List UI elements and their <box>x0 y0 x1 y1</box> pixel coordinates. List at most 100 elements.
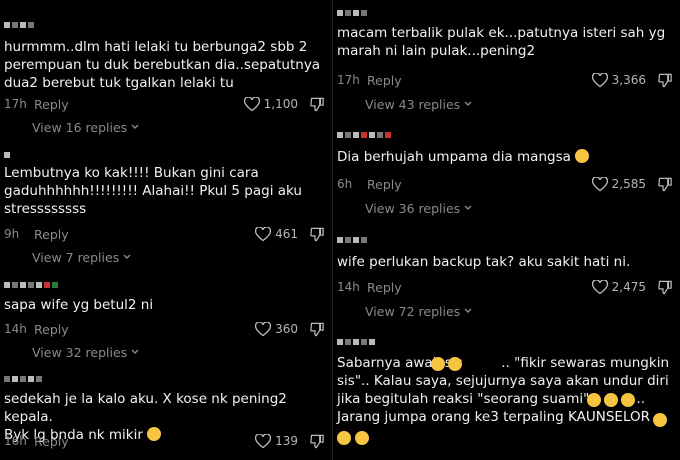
comment-time: 16h <box>4 434 27 448</box>
comment-text: wife perlukan backup tak? aku sakit hati… <box>337 254 631 270</box>
heart-outline-icon <box>591 279 608 294</box>
thumbs-down-icon <box>658 177 672 191</box>
heart-outline-icon <box>591 176 608 191</box>
username-redacted[interactable] <box>4 374 42 384</box>
comment-text: macam terbalik pulak ek...patutnya ister… <box>337 25 666 59</box>
like-button[interactable]: 139 <box>255 433 298 449</box>
comment-item: macam terbalik pulak ek...patutnya ister… <box>333 0 680 120</box>
comments-column-left: hurmmm..dlm hati lelaki tu berbunga2 sbb… <box>0 0 332 460</box>
view-replies-label: View 36 replies <box>365 200 461 216</box>
comment-time: 14h <box>337 280 360 294</box>
thumbs-down-icon <box>658 73 672 87</box>
thumbs-down-icon <box>310 434 324 448</box>
hushed-emoji-icon <box>355 431 369 445</box>
like-button[interactable]: 3,366 <box>591 72 646 88</box>
thumbs-down-icon <box>310 97 324 111</box>
like-button[interactable]: 461 <box>255 226 298 242</box>
crying-emoji-icon <box>587 393 601 407</box>
reply-button[interactable]: Reply <box>367 280 402 295</box>
reply-button[interactable]: Reply <box>367 177 402 192</box>
thumbs-down-icon <box>310 227 324 241</box>
heart-outline-icon <box>255 433 272 448</box>
comment-time: 14h <box>4 322 27 336</box>
like-count: 2,475 <box>611 280 646 294</box>
comment-time: 6h <box>337 177 353 191</box>
chevron-down-icon <box>464 308 472 313</box>
comment-time: 9h <box>4 227 20 241</box>
comment-item: hurmmm..dlm hati lelaki tu berbunga2 sbb… <box>0 0 332 140</box>
like-count: 360 <box>275 322 298 336</box>
dislike-button[interactable] <box>310 322 324 337</box>
comment-item: Sabarnya awak sis .. "fikir sewaras mung… <box>333 330 680 460</box>
view-replies-button[interactable]: View 36 replies <box>365 200 472 216</box>
username-redacted[interactable] <box>4 150 10 160</box>
view-replies-button[interactable]: View 16 replies <box>32 119 139 135</box>
comments-column-right: macam terbalik pulak ek...patutnya ister… <box>332 0 680 460</box>
reply-button[interactable]: Reply <box>34 97 69 112</box>
comment-text: hurmmm..dlm hati lelaki tu berbunga2 sbb… <box>4 39 321 91</box>
crying-emoji-icon <box>431 357 445 371</box>
view-replies-button[interactable]: View 72 replies <box>365 303 472 319</box>
like-count: 461 <box>275 227 298 241</box>
dislike-button[interactable] <box>658 177 672 192</box>
chevron-down-icon <box>131 124 139 129</box>
heart-outline-icon <box>255 226 272 241</box>
reply-button[interactable]: Reply <box>34 322 69 337</box>
view-replies-button[interactable]: View 43 replies <box>365 96 472 112</box>
comment-item: wife perlukan backup tak? aku sakit hati… <box>333 225 680 330</box>
comment-text: Dia berhujah umpama dia mangsa <box>337 148 672 166</box>
reply-button[interactable]: Reply <box>34 227 69 242</box>
username-redacted[interactable] <box>337 235 367 245</box>
reply-button[interactable]: Reply <box>34 434 69 449</box>
view-replies-label: View 7 replies <box>32 249 120 265</box>
like-count: 139 <box>275 434 298 448</box>
username-redacted[interactable] <box>337 130 391 140</box>
comment-time: 17h <box>4 97 27 111</box>
username-redacted[interactable] <box>337 8 367 18</box>
thumbs-down-icon <box>310 322 324 336</box>
like-button[interactable]: 360 <box>255 321 298 337</box>
comment-meta: 6h Reply 2,585 <box>337 174 672 194</box>
comment-meta: 17h Reply 1,100 <box>4 94 324 114</box>
username-redacted[interactable] <box>337 337 375 347</box>
comment-text: Lembutnya ko kak!!!! Bukan gini cara gad… <box>4 165 302 217</box>
comment-meta: 14h Reply 360 <box>4 319 324 339</box>
dislike-button[interactable] <box>310 434 324 449</box>
chevron-down-icon <box>131 349 139 354</box>
view-replies-button[interactable]: View 32 replies <box>32 344 139 360</box>
heart-outline-icon <box>591 72 608 87</box>
comment-text-body: Dia berhujah umpama dia mangsa <box>337 149 571 165</box>
like-button[interactable]: 2,585 <box>591 176 646 192</box>
dislike-button[interactable] <box>310 227 324 242</box>
comment-meta: 14h Reply 2,475 <box>337 277 672 297</box>
sweat-smile-emoji-icon <box>575 149 590 163</box>
smirk-emoji-icon <box>653 413 667 427</box>
comment-meta: 16h Reply 139 <box>4 431 324 451</box>
view-replies-button[interactable]: View 7 replies <box>32 249 131 265</box>
dislike-button[interactable] <box>310 97 324 112</box>
crying-emoji-icon <box>448 357 462 371</box>
comment-item: sapa wife yg betul2 ni 14h Reply 360 Vie… <box>0 270 332 365</box>
dislike-button[interactable] <box>658 73 672 88</box>
heart-outline-icon <box>243 96 260 111</box>
username-redacted[interactable] <box>4 20 34 30</box>
view-replies-label: View 43 replies <box>365 96 461 112</box>
username-redacted[interactable] <box>4 280 58 290</box>
view-replies-label: View 16 replies <box>32 119 128 135</box>
like-count: 3,366 <box>611 73 646 87</box>
view-replies-label: View 72 replies <box>365 303 461 319</box>
comment-item: Lembutnya ko kak!!!! Bukan gini cara gad… <box>0 140 332 270</box>
comment-time: 17h <box>337 73 360 87</box>
like-count: 2,585 <box>611 177 646 191</box>
comment-text: sapa wife yg betul2 ni <box>4 297 154 313</box>
chevron-down-icon <box>464 205 472 210</box>
dislike-button[interactable] <box>658 280 672 295</box>
like-button[interactable]: 1,100 <box>243 96 298 112</box>
comment-item: Dia berhujah umpama dia mangsa 6h Reply … <box>333 120 680 225</box>
crying-emoji-icon <box>621 393 635 407</box>
like-button[interactable]: 2,475 <box>591 279 646 295</box>
weary-emoji-icon <box>337 431 351 445</box>
heart-outline-icon <box>255 321 272 336</box>
comment-meta: 17h Reply 3,366 <box>337 70 672 90</box>
reply-button[interactable]: Reply <box>367 73 402 88</box>
